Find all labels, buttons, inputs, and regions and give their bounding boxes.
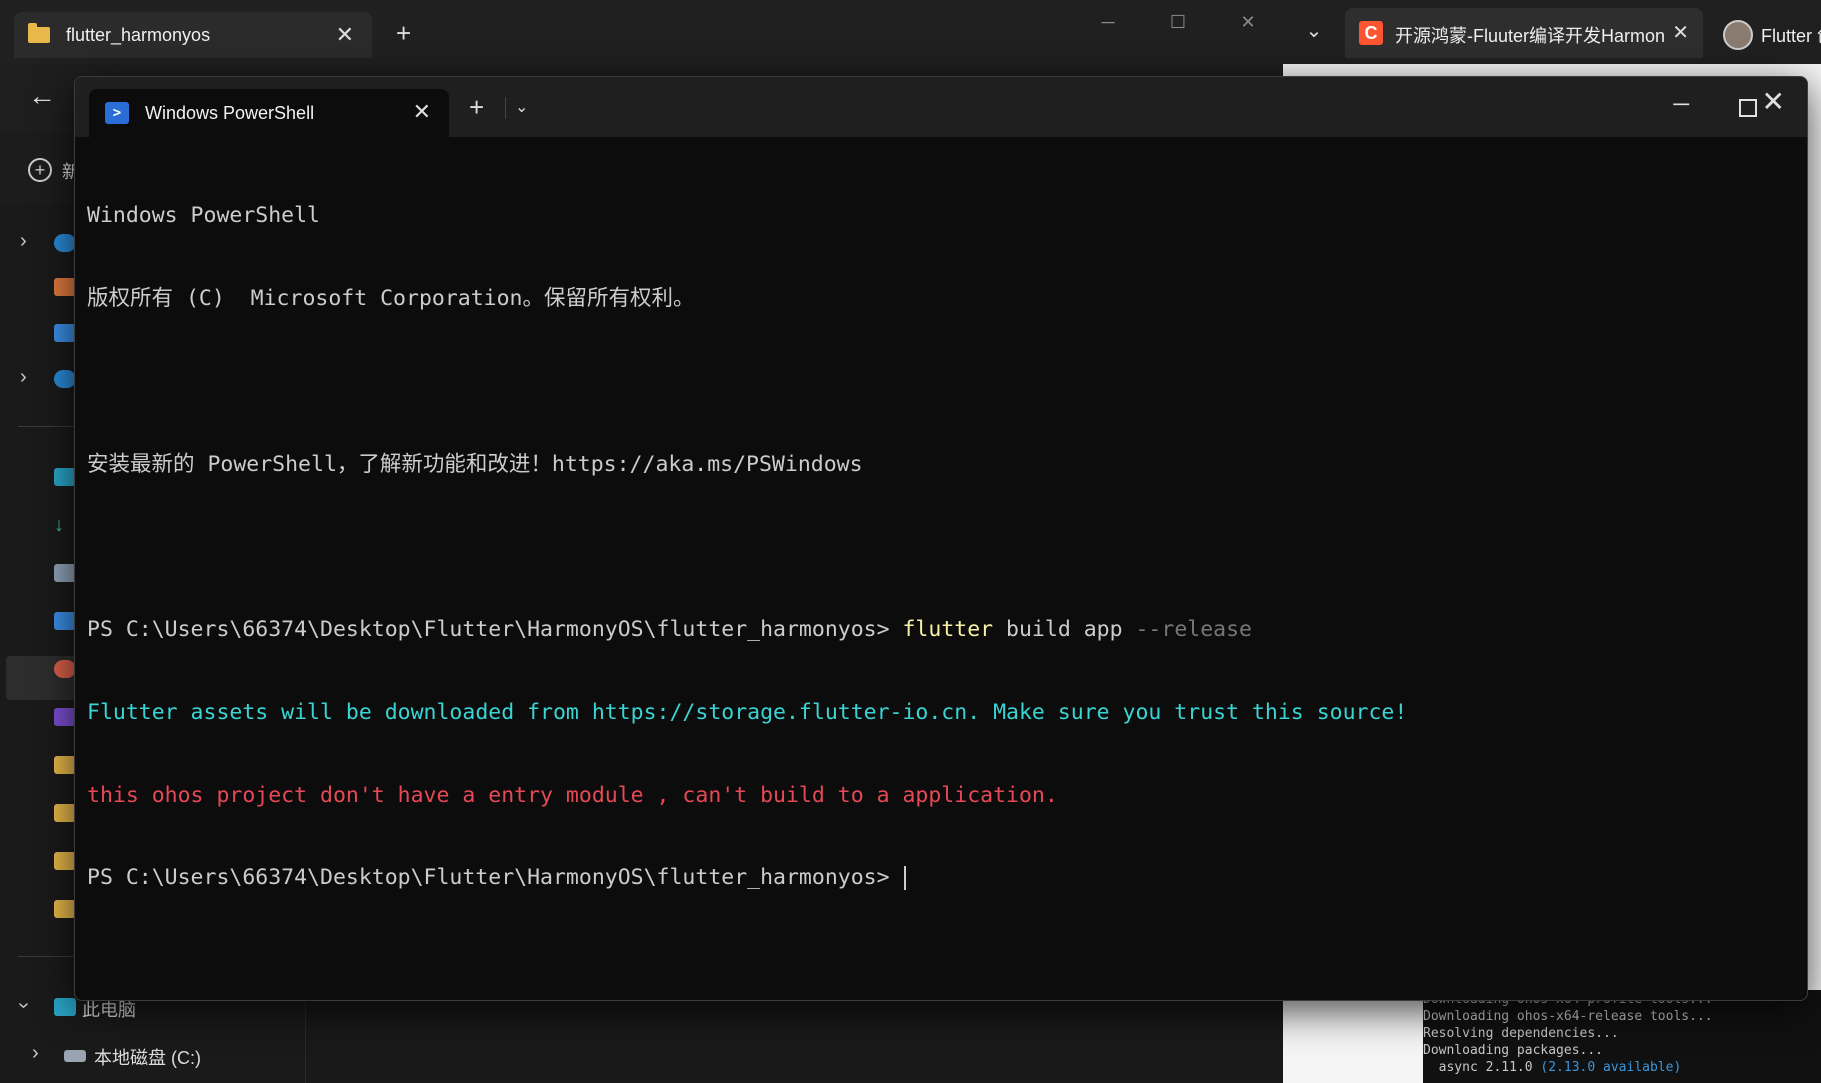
folder-icon: [54, 900, 76, 918]
download-icon: ↓: [54, 514, 64, 536]
minimize-button[interactable]: ─: [1073, 0, 1143, 44]
output-error-line: this ohos project don't have a entry mod…: [87, 782, 1058, 808]
folder-icon: [54, 804, 76, 822]
picture-icon: [54, 612, 76, 630]
music-icon: [54, 660, 76, 678]
command-flag: --release: [1135, 617, 1252, 643]
log-line: Downloading packages...: [1423, 1043, 1604, 1058]
terminal-output[interactable]: Windows PowerShell 版权所有 (C) Microsoft Co…: [87, 147, 1795, 990]
computer-icon: [54, 998, 76, 1016]
tab-divider: [505, 97, 506, 119]
browser-tab-title-2: Flutter 创: [1761, 26, 1821, 46]
chevron-right-icon[interactable]: ›: [32, 1042, 39, 1065]
banner-line: Windows PowerShell: [87, 203, 320, 229]
csdn-logo-icon: C: [1359, 21, 1383, 45]
explorer-window-controls: ─ ☐ ✕: [1073, 0, 1283, 44]
command-executable: flutter: [902, 617, 994, 643]
output-info-line: Flutter assets will be downloaded from h…: [87, 699, 1408, 725]
command-args: build app: [993, 617, 1136, 643]
drive-icon: [64, 1050, 86, 1062]
chevron-right-icon[interactable]: ›: [20, 230, 27, 253]
chevron-down-icon[interactable]: ⌄: [515, 97, 528, 117]
browser-tab-title: 开源鸿蒙-Fluuter编译开发Harmon: [1395, 26, 1665, 46]
powershell-icon: >: [105, 102, 129, 124]
explorer-tabbar: flutter_harmonyos ✕ + ─ ☐ ✕: [0, 0, 1283, 64]
maximize-button[interactable]: [1739, 99, 1757, 117]
add-circle-icon[interactable]: +: [28, 158, 52, 182]
new-tab-button[interactable]: +: [396, 18, 411, 49]
browser-tab-flutter[interactable]: Flutter 创: [1711, 8, 1821, 58]
avatar-icon: [1723, 20, 1753, 50]
nav-item-local-disk[interactable]: › 本地磁盘 (C:): [0, 1036, 305, 1076]
close-button[interactable]: ✕: [1213, 0, 1283, 44]
video-icon: [54, 708, 76, 726]
close-icon[interactable]: ✕: [336, 22, 354, 48]
command-line: PS C:\Users\66374\Desktop\Flutter\Harmon…: [87, 616, 1795, 644]
tab-list-chevron-icon[interactable]: ⌄: [1297, 14, 1331, 48]
close-icon[interactable]: ✕: [413, 99, 431, 125]
explorer-tab[interactable]: flutter_harmonyos ✕: [14, 12, 372, 58]
terminal-tab[interactable]: > Windows PowerShell ✕: [89, 89, 449, 137]
cloud-icon: [54, 370, 76, 388]
nav-label-local-disk: 本地磁盘 (C:): [94, 1048, 201, 1068]
chevron-down-icon[interactable]: ›: [12, 1002, 35, 1009]
close-button[interactable]: ✕: [1762, 85, 1785, 118]
browser-tabbar: ⌄ C 开源鸿蒙-Fluuter编译开发Harmon ✕ Flutter 创: [1283, 0, 1821, 64]
back-arrow-icon[interactable]: ←: [28, 80, 56, 112]
close-icon[interactable]: ✕: [1672, 20, 1689, 45]
banner-line: 安装最新的 PowerShell，了解新功能和改进！https://aka.ms…: [87, 451, 863, 477]
cloud-icon: [54, 234, 76, 252]
prompt: PS C:\Users\66374\Desktop\Flutter\Harmon…: [87, 617, 903, 643]
maximize-button[interactable]: ☐: [1143, 0, 1213, 44]
new-tab-button[interactable]: +: [469, 93, 484, 121]
gallery-icon: [54, 324, 76, 342]
log-package-available: (2.13.0 available): [1540, 1060, 1682, 1075]
banner-line: 版权所有 (C) Microsoft Corporation。保留所有权利。: [87, 285, 695, 311]
terminal-tab-label: Windows PowerShell: [145, 103, 315, 123]
document-icon: [54, 564, 76, 582]
home-icon: [54, 278, 76, 296]
minimize-button[interactable]: ─: [1673, 91, 1689, 117]
nav-divider: [18, 426, 74, 427]
explorer-tab-label: flutter_harmonyos: [66, 24, 211, 45]
chevron-right-icon[interactable]: ›: [20, 366, 27, 389]
terminal-titlebar[interactable]: > Windows PowerShell ✕ + ⌄ ─ ✕: [75, 77, 1807, 137]
folder-icon: [54, 756, 76, 774]
log-line: Resolving dependencies...: [1423, 1026, 1619, 1041]
folder-icon: [54, 852, 76, 870]
nav-divider: [18, 956, 74, 957]
log-line: Downloading ohos-x64-release tools...: [1423, 1009, 1713, 1024]
folder-icon: [28, 23, 50, 43]
browser-tab-csdn[interactable]: C 开源鸿蒙-Fluuter编译开发Harmon ✕: [1345, 8, 1703, 58]
text-cursor: [904, 866, 907, 891]
log-package: async 2.11.0: [1423, 1060, 1541, 1075]
current-prompt-line[interactable]: PS C:\Users\66374\Desktop\Flutter\Harmon…: [87, 864, 1795, 892]
desktop-icon: [54, 468, 76, 486]
powershell-window[interactable]: > Windows PowerShell ✕ + ⌄ ─ ✕ Windows P…: [74, 76, 1808, 1001]
prompt: PS C:\Users\66374\Desktop\Flutter\Harmon…: [87, 865, 903, 891]
log-line: async 2.11.0 (2.13.0 available): [1423, 1060, 1682, 1075]
